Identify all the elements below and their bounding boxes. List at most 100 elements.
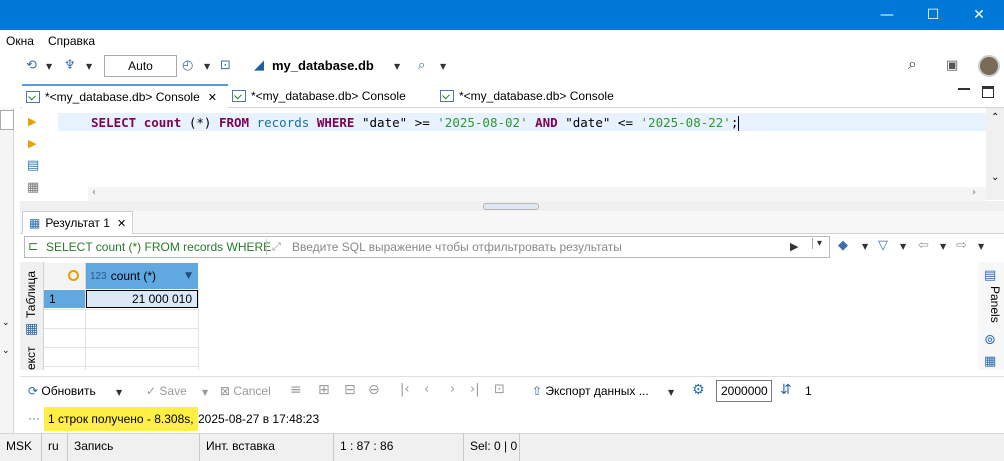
connection-icon[interactable]: ⟲ (26, 58, 37, 74)
splitter-handle[interactable] (483, 203, 539, 210)
close-tab-icon[interactable]: ✕ (208, 91, 217, 104)
forward-icon[interactable]: ⇨ (956, 238, 967, 253)
perspective-icon[interactable]: ▣ (946, 58, 958, 74)
chevron-down-icon[interactable]: ▼ (86, 62, 92, 71)
chevron-down-icon[interactable]: ▼ (940, 242, 946, 251)
scroll-right-icon[interactable]: › (972, 187, 976, 198)
tab-result-1[interactable]: ▦ Результат 1 ✕ (22, 211, 134, 234)
text-caret (738, 116, 740, 131)
console-icon (26, 91, 40, 103)
more-icon[interactable]: ··· (28, 411, 40, 425)
chevron-down-icon[interactable]: ⌄ (2, 318, 10, 328)
menu-help[interactable]: Справка (48, 34, 95, 48)
chevron-down-icon[interactable]: ▼ (116, 388, 122, 397)
execute-icon[interactable]: ▶ (28, 115, 36, 128)
column-name: count (*) (110, 269, 157, 283)
fetch-size-icon[interactable]: ⇵ (780, 382, 792, 398)
edit-row-icon[interactable]: ≡ (290, 382, 302, 398)
chevron-down-icon[interactable]: ▼ (900, 242, 906, 251)
export-button[interactable]: ⇧ Экспорт данных ... (532, 384, 649, 398)
console-icon (440, 90, 454, 102)
chevron-down-icon[interactable]: ▼ (668, 388, 674, 397)
next-page-icon[interactable]: › (450, 382, 455, 397)
fetch-size-input[interactable]: 2000000 (716, 380, 772, 402)
panels-toggle[interactable]: Panels (988, 286, 1002, 323)
tab-table-view[interactable]: Таблица (24, 271, 38, 318)
scroll-left-icon[interactable]: ‹ (92, 187, 96, 198)
expand-icon[interactable]: ⤢ (272, 240, 281, 254)
eraser-icon[interactable]: ◆ (838, 238, 848, 253)
filter-icon[interactable]: ▽ (878, 238, 888, 253)
filter-history-icon[interactable]: ▾ (812, 238, 822, 249)
minimize-editor-icon[interactable] (958, 88, 970, 91)
info-icon[interactable]: ⊚ (984, 332, 996, 348)
first-page-icon[interactable]: |‹ (400, 382, 410, 397)
minimize-button[interactable]: — (864, 0, 910, 30)
save-button[interactable]: ✓ Save (146, 384, 187, 398)
left-panel-field[interactable] (0, 110, 14, 130)
lock-icon[interactable]: ⊡ (220, 58, 231, 74)
chevron-down-icon[interactable]: ▼ (440, 62, 446, 71)
chevron-down-icon[interactable]: ▼ (862, 242, 868, 251)
scroll-down-icon[interactable]: ⌄ (991, 172, 999, 183)
refresh-button[interactable]: ⟳ Обновить (28, 384, 96, 398)
close-tab-icon[interactable]: ✕ (117, 217, 126, 230)
cancel-button[interactable]: ⊠ Cancel (220, 384, 271, 398)
result-cell[interactable]: 21 000 010 (86, 290, 198, 308)
close-window-button[interactable]: ✕ (956, 0, 1002, 30)
tab-console-3[interactable]: *<my_database.db> Console (440, 84, 614, 108)
back-icon[interactable]: ⇦ (918, 238, 929, 253)
properties-icon[interactable]: ▦ (984, 354, 996, 369)
grid-line (44, 347, 198, 348)
chevron-down-icon[interactable]: ▼ (978, 242, 984, 251)
console-icon (232, 90, 246, 102)
search-icon[interactable]: ⌕ (908, 56, 917, 72)
tab-label: *<my_database.db> Console (459, 89, 614, 103)
row-number[interactable]: 1 (44, 290, 86, 308)
menu-windows[interactable]: Окна (6, 34, 34, 48)
transaction-mode-select[interactable]: Auto (104, 55, 177, 77)
history-icon[interactable]: ◴ (182, 58, 193, 74)
left-panel-strip (0, 108, 14, 438)
sort-icon[interactable]: ▼ (185, 271, 192, 281)
chevron-down-icon[interactable]: ▼ (394, 62, 400, 71)
script-icon[interactable]: ▤ (27, 158, 39, 173)
apply-filter-icon[interactable]: ▶ (790, 240, 798, 253)
language-indicator: ru (42, 433, 68, 461)
tab-console-2[interactable]: *<my_database.db> Console (232, 84, 406, 108)
delete-row-icon[interactable]: ⊖ (368, 382, 380, 398)
column-header-count[interactable]: 123 count (*) ▼ (86, 263, 198, 289)
tab-text-view[interactable]: екст (24, 346, 38, 370)
grid-icon[interactable]: ▦ (25, 321, 38, 337)
active-database[interactable]: my_database.db (272, 58, 374, 73)
sql-filter-icon: ⊏ (28, 239, 39, 253)
explain-icon[interactable]: ▦ (27, 180, 39, 195)
editor-horizontal-scrollbar[interactable] (88, 187, 986, 201)
schema-search-icon[interactable]: ⌕ (418, 58, 425, 74)
tree-icon[interactable]: ♆ (64, 58, 76, 74)
chevron-down-icon[interactable]: ▼ (202, 388, 208, 397)
chevron-down-icon[interactable]: ▼ (204, 62, 210, 71)
chevron-down-icon[interactable]: ▼ (46, 62, 52, 71)
cancel-icon: ⊠ (220, 384, 231, 398)
avatar[interactable] (978, 55, 1000, 77)
maximize-editor-icon[interactable] (982, 86, 994, 98)
scroll-up-icon[interactable]: ⌃ (991, 112, 999, 123)
sql-query[interactable]: SELECT count (*) FROM records WHERE "dat… (91, 115, 740, 131)
tab-console-1[interactable]: *<my_database.db> Console ✕ (22, 84, 228, 108)
panels-icon[interactable]: ▤ (984, 268, 996, 283)
maximize-button[interactable]: ☐ (910, 0, 956, 30)
chevron-down-icon[interactable]: ⌄ (2, 346, 10, 356)
execute-new-tab-icon[interactable]: ▶ (28, 137, 36, 150)
last-page-icon[interactable]: ›| (470, 382, 480, 397)
gear-icon[interactable]: ⚙ (692, 382, 705, 398)
filter-sql-text: SELECT count (*) FROM records WHERE (46, 240, 272, 254)
add-row-icon[interactable]: ⊞ (318, 382, 330, 398)
title-bar (0, 0, 1004, 30)
copy-row-icon[interactable]: ⊟ (344, 382, 356, 398)
fetch-all-icon[interactable]: ⊡ (494, 382, 505, 397)
check-icon: ✓ (146, 384, 157, 398)
previous-page-icon[interactable]: ‹ (424, 382, 429, 397)
write-mode-indicator: Запись (68, 433, 200, 461)
menu-bar (0, 30, 1004, 52)
